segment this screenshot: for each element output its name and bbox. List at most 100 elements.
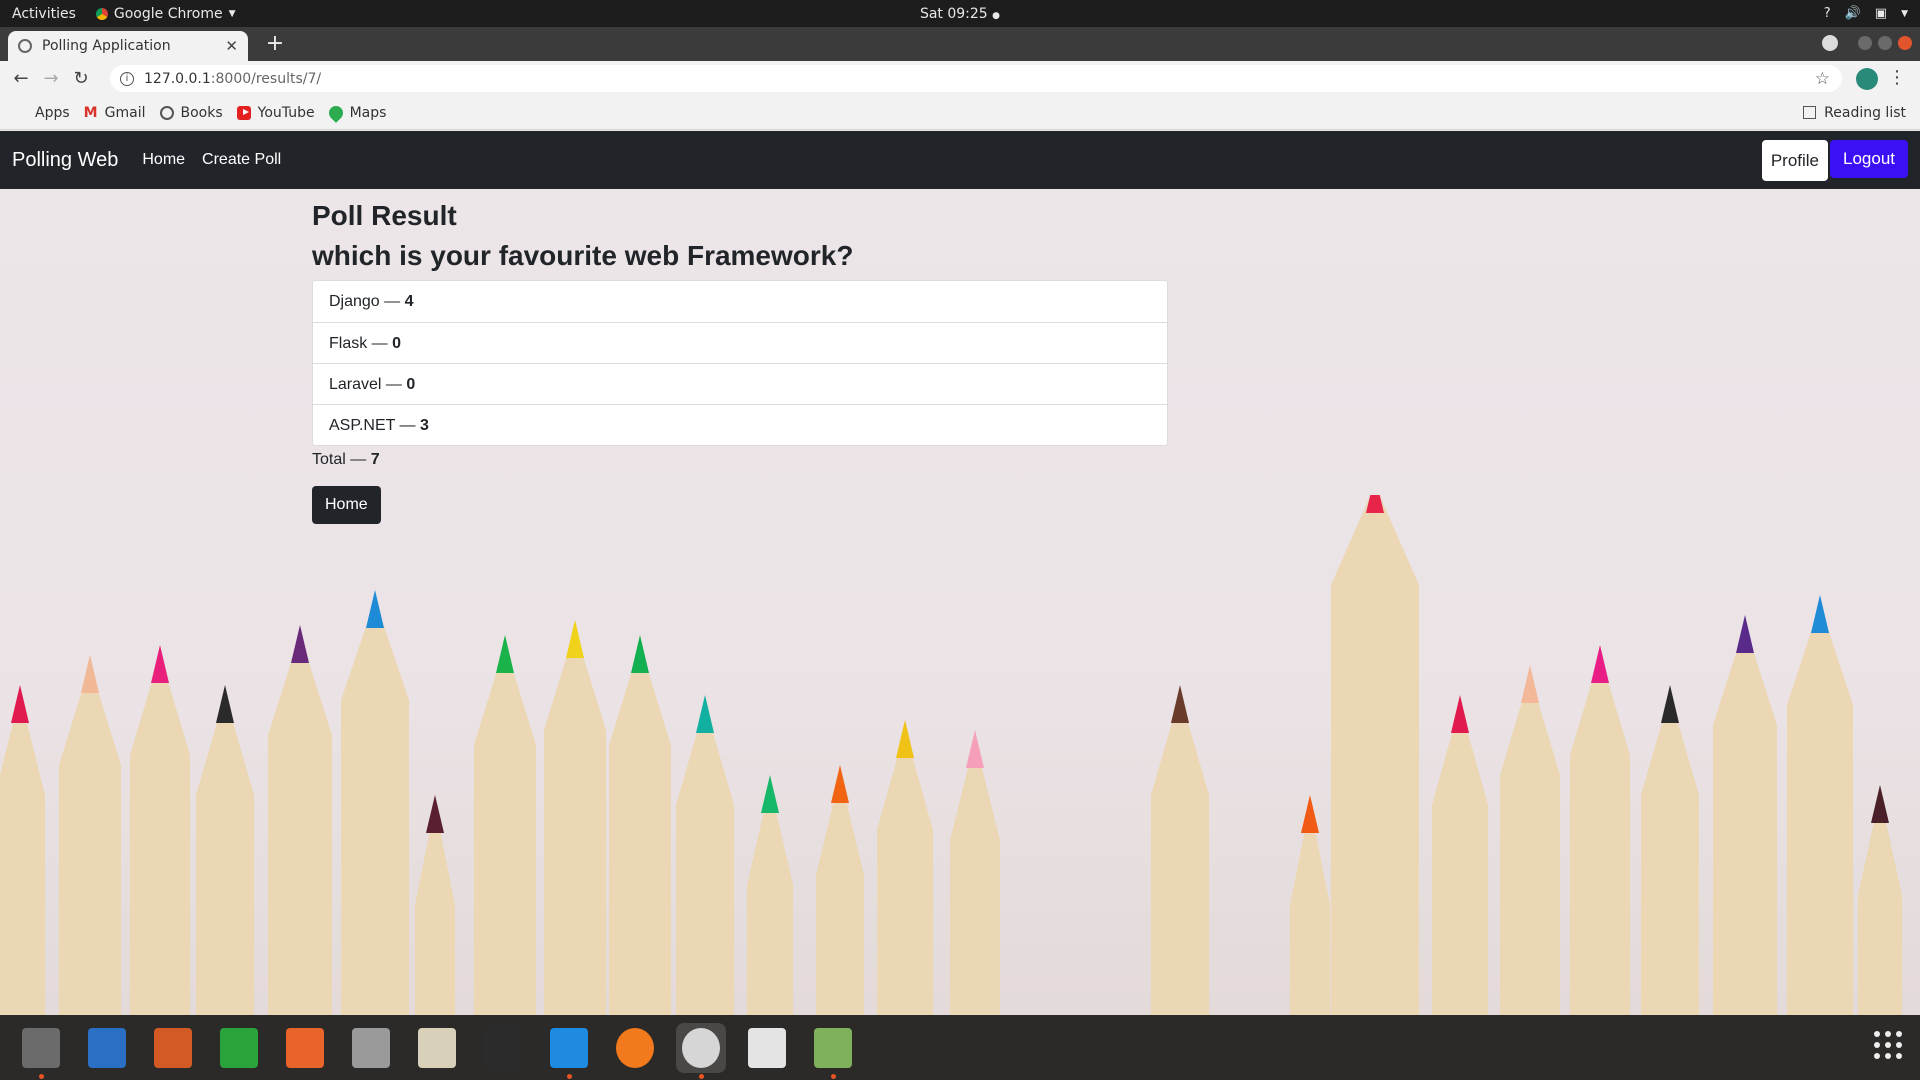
grid-dot xyxy=(1896,1042,1902,1048)
reading-list-button[interactable]: Reading list xyxy=(1803,105,1906,121)
poll-result-section: Poll Result which is your favourite web … xyxy=(312,189,1168,524)
logout-button[interactable]: Logout xyxy=(1830,140,1908,178)
results-list: Django — 4 Flask — 0 Laravel — 0 ASP.NET… xyxy=(312,280,1168,446)
running-indicator xyxy=(699,1073,704,1079)
reload-icon[interactable]: ↻ xyxy=(66,68,96,89)
bookmark-gmail[interactable]: M Gmail xyxy=(84,105,146,121)
system-top-bar: Activities Google Chrome ▼ Sat 09:25 ● ?… xyxy=(0,0,1920,27)
url-host: 127.0.0.1 xyxy=(144,70,211,87)
dock xyxy=(0,1015,1920,1080)
grid-dot xyxy=(1885,1031,1891,1037)
running-indicator xyxy=(831,1073,836,1079)
pencils-background-image xyxy=(0,495,1902,1015)
choice-label: Flask xyxy=(329,335,368,352)
pencil-wood xyxy=(1151,695,1209,1015)
terminal-icon xyxy=(484,1027,522,1068)
window-controls xyxy=(1822,35,1912,51)
pencil-tip xyxy=(151,645,169,683)
dock-item-software[interactable] xyxy=(280,1023,330,1073)
app-menu[interactable]: Google Chrome ▼ xyxy=(95,5,236,22)
browser-tab[interactable]: Polling Application ✕ xyxy=(8,31,248,61)
globe-icon xyxy=(159,105,174,120)
pencil-wood xyxy=(341,600,409,1015)
settings-icon xyxy=(352,1027,390,1068)
pencil-tip xyxy=(566,620,584,658)
bookmark-youtube[interactable]: YouTube xyxy=(236,105,315,121)
dock-item-terminal[interactable] xyxy=(478,1023,528,1073)
dock-item-writer[interactable] xyxy=(82,1023,132,1073)
profile-button[interactable]: Profile xyxy=(1761,140,1828,181)
forward-icon[interactable]: → xyxy=(36,68,66,89)
vote-count: 4 xyxy=(404,293,414,310)
new-tab-button[interactable]: + xyxy=(262,31,288,57)
pencil-tip xyxy=(496,635,514,673)
pencil-wood xyxy=(1432,705,1488,1015)
nav-home-link[interactable]: Home xyxy=(142,151,185,169)
minimize-icon[interactable] xyxy=(1858,36,1872,50)
text-editor-icon xyxy=(418,1027,456,1068)
dock-item-vscode[interactable] xyxy=(544,1023,594,1079)
bookmark-books[interactable]: Books xyxy=(159,104,223,121)
pencil-wood xyxy=(544,630,606,1015)
page-title: Poll Result xyxy=(312,200,457,231)
firefox-icon xyxy=(616,1027,654,1068)
bookmark-apps[interactable]: Apps xyxy=(14,105,70,121)
bookmark-label: Books xyxy=(180,104,223,121)
pencil-tip xyxy=(1366,495,1384,513)
system-tray[interactable]: ? 🔊 ▣ ▼ xyxy=(1824,6,1908,21)
nav-create-poll-link[interactable]: Create Poll xyxy=(202,151,281,169)
reading-list-label: Reading list xyxy=(1824,104,1906,121)
dock-item-evince[interactable] xyxy=(742,1023,792,1073)
list-item: Laravel — 0 xyxy=(313,363,1167,404)
home-button[interactable]: Home xyxy=(312,486,381,524)
vscode-icon xyxy=(550,1027,588,1068)
volume-icon: 🔊 xyxy=(1844,6,1861,21)
pencil-wood xyxy=(1858,795,1902,1015)
pencil-wood xyxy=(474,645,536,1015)
pencil-tip xyxy=(426,795,444,833)
dock-item-chrome[interactable] xyxy=(676,1022,726,1079)
dock-item-image-viewer[interactable] xyxy=(808,1023,858,1079)
dock-item-impress[interactable] xyxy=(148,1023,198,1073)
clock[interactable]: Sat 09:25 ● xyxy=(920,6,1000,22)
chrome-icon xyxy=(682,1027,720,1068)
dock-item-settings[interactable] xyxy=(346,1023,396,1073)
impress-icon xyxy=(154,1027,192,1068)
maximize-icon[interactable] xyxy=(1878,36,1892,50)
pencil-wood xyxy=(1570,655,1630,1015)
activities-button[interactable]: Activities xyxy=(12,6,76,22)
grid-dot xyxy=(1885,1053,1891,1059)
list-item: Django — 4 xyxy=(329,293,414,310)
image-viewer-icon xyxy=(814,1027,852,1068)
software-icon xyxy=(286,1027,324,1068)
info-icon[interactable]: i xyxy=(120,71,134,86)
close-icon[interactable]: ✕ xyxy=(225,37,238,55)
app-menu-label: Google Chrome xyxy=(113,5,223,22)
profile-avatar[interactable] xyxy=(1856,68,1878,90)
bookmarks-bar: Apps M Gmail Books YouTube Maps Reading … xyxy=(0,96,1920,130)
dock-item-text-editor[interactable] xyxy=(412,1023,462,1073)
grid-dot xyxy=(1874,1042,1880,1048)
dock-item-files[interactable] xyxy=(16,1023,66,1079)
back-icon[interactable]: ← xyxy=(6,68,36,89)
pencil-wood xyxy=(609,645,671,1015)
apps-grid-icon xyxy=(14,106,28,120)
star-icon[interactable]: ☆ xyxy=(1815,69,1830,89)
dock-item-firefox[interactable] xyxy=(610,1023,660,1073)
pencil-tip xyxy=(11,685,29,723)
dock-item-calc[interactable] xyxy=(214,1023,264,1073)
menu-icon[interactable]: ⋮ xyxy=(1888,67,1906,88)
show-applications-icon[interactable] xyxy=(1874,1031,1902,1059)
pencil-tip xyxy=(291,625,309,663)
tab-search-icon[interactable] xyxy=(1822,35,1838,51)
list-item: Flask — 0 xyxy=(313,322,1167,363)
chrome-icon xyxy=(95,7,108,20)
help-icon: ? xyxy=(1823,6,1831,21)
total-count: 7 xyxy=(370,451,380,468)
address-bar[interactable]: i 127.0.0.1:8000/results/7/ ☆ xyxy=(110,65,1842,92)
close-window-icon[interactable] xyxy=(1898,36,1912,50)
evince-icon xyxy=(748,1027,786,1068)
files-icon xyxy=(22,1027,60,1068)
bookmark-maps[interactable]: Maps xyxy=(325,102,386,123)
brand-link[interactable]: Polling Web xyxy=(12,149,118,172)
